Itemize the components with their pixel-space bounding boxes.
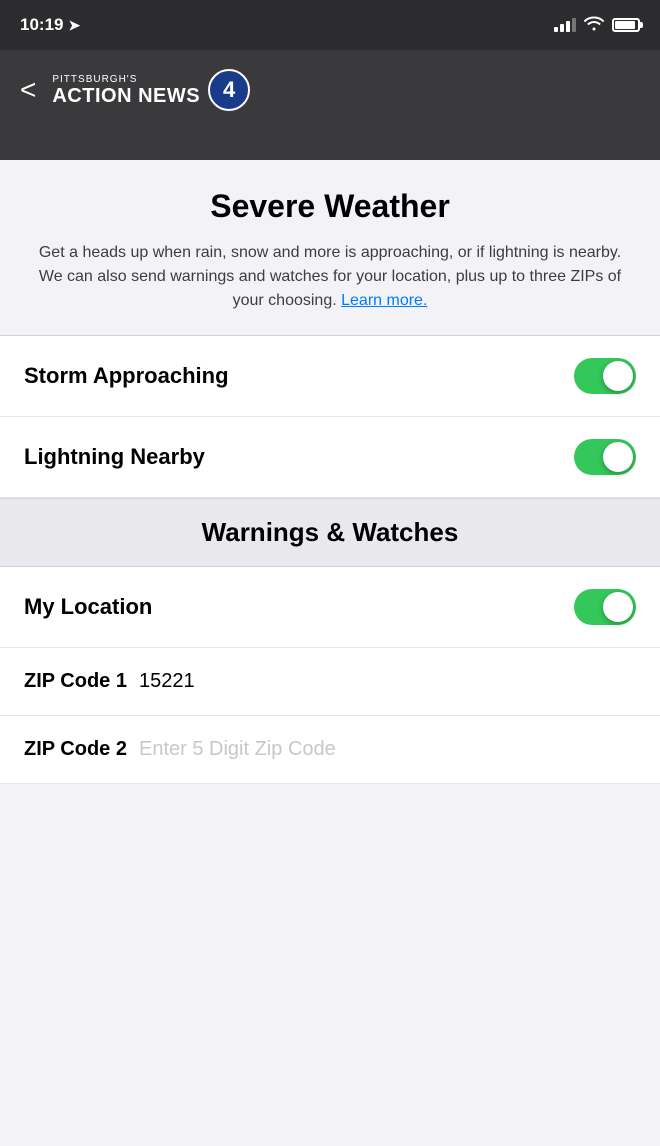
- toggle-knob: [603, 592, 633, 622]
- logo-subtitle: PITTSBURGH'S: [52, 74, 200, 85]
- wifi-icon: [584, 15, 604, 36]
- logo-badge: 4: [208, 69, 250, 111]
- status-left: 10:19 ➤: [20, 15, 80, 35]
- app-logo: PITTSBURGH'S ACTION NEWS 4: [52, 69, 250, 111]
- page-title: Severe Weather: [30, 188, 630, 225]
- my-location-toggle[interactable]: [574, 589, 636, 625]
- signal-bars-icon: [554, 18, 576, 32]
- zip-code-1-row: ZIP Code 1 15221: [0, 648, 660, 716]
- logo-text: PITTSBURGH'S ACTION NEWS: [52, 74, 200, 107]
- warnings-title: Warnings & Watches: [24, 517, 636, 548]
- warnings-section: My Location ZIP Code 1 15221 ZIP Code 2 …: [0, 567, 660, 784]
- storm-approaching-row: Storm Approaching: [0, 336, 660, 417]
- page-description: Get a heads up when rain, snow and more …: [30, 241, 630, 313]
- location-arrow-icon: ➤: [68, 17, 80, 34]
- my-location-label: My Location: [24, 594, 152, 620]
- back-button[interactable]: <: [20, 76, 36, 104]
- page-title-section: Severe Weather Get a heads up when rain,…: [0, 160, 660, 336]
- logo-title: ACTION NEWS: [52, 85, 200, 107]
- storm-approaching-toggle[interactable]: [574, 358, 636, 394]
- status-bar: 10:19 ➤: [0, 0, 660, 50]
- my-location-row: My Location: [0, 567, 660, 648]
- nav-bar: < PITTSBURGH'S ACTION NEWS 4: [0, 50, 660, 130]
- battery-icon: [612, 18, 640, 32]
- storm-section: Storm Approaching Lightning Nearby: [0, 336, 660, 498]
- toggle-knob: [603, 442, 633, 472]
- zip-code-1-label: ZIP Code 1: [24, 670, 127, 693]
- warnings-section-header: Warnings & Watches: [0, 498, 660, 567]
- status-right: [554, 15, 640, 36]
- zip-code-2-row: ZIP Code 2 Enter 5 Digit Zip Code: [0, 716, 660, 784]
- learn-more-link[interactable]: Learn more.: [341, 292, 427, 309]
- storm-approaching-label: Storm Approaching: [24, 363, 229, 389]
- zip-code-1-value[interactable]: 15221: [139, 670, 195, 693]
- dark-band: [0, 130, 660, 160]
- lightning-nearby-label: Lightning Nearby: [24, 444, 205, 470]
- zip-code-2-input[interactable]: Enter 5 Digit Zip Code: [139, 738, 336, 761]
- toggle-knob: [603, 361, 633, 391]
- lightning-nearby-row: Lightning Nearby: [0, 417, 660, 498]
- lightning-nearby-toggle[interactable]: [574, 439, 636, 475]
- time-display: 10:19: [20, 15, 63, 35]
- zip-code-2-label: ZIP Code 2: [24, 738, 127, 761]
